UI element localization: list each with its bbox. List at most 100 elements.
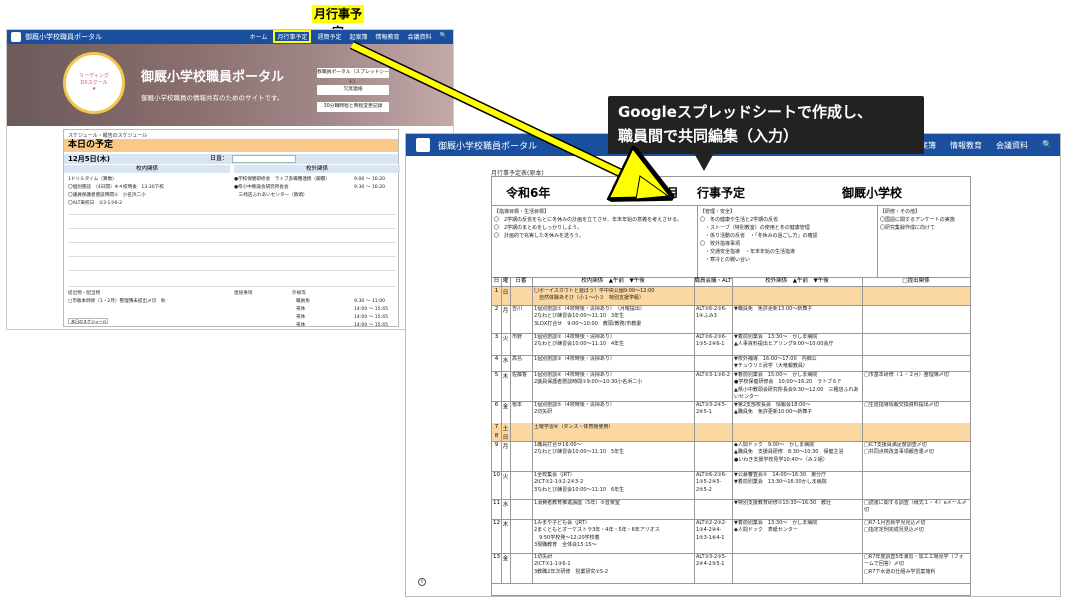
external-event-cell[interactable]: ▼特別支援教育研修①10:30～16:30 教壮 [734, 500, 860, 518]
submission-cell[interactable]: □市基本研修（１・２月）整理簿〆切 [864, 372, 968, 400]
external-event-cell[interactable]: ▼第2支部校長会 情報会18:00～ ▲職員免 免許更新10:00～新舞子 [734, 402, 860, 422]
duty-cell[interactable]: 吉川 [512, 306, 530, 332]
day-number[interactable]: 7 [492, 424, 501, 431]
duty-field[interactable] [232, 155, 296, 163]
day-number[interactable]: 11 [492, 500, 501, 518]
internal-event-cell[interactable]: 1職員打合せ16:00～ 2なわとび練習会10:00～11:10 5年生 [534, 442, 692, 470]
nav-proposals[interactable]: 起案簿 [349, 32, 367, 41]
duty-cell[interactable] [512, 442, 530, 470]
day-number[interactable]: 4 [492, 356, 501, 370]
nav-monthly-schedule[interactable]: 月行事予定 [273, 30, 312, 43]
alt-cell[interactable]: ALT②6-2③6-1④ふみ3 [696, 306, 730, 332]
internal-event-cell[interactable]: 1個別懇談①（4校時後・清掃あり） （月曜提出） 2なわとび練習会10:00～1… [534, 306, 692, 332]
submission-cell[interactable]: □R7-1月吉就学児見込〆切 □指定定例完成児見込〆切 [864, 520, 968, 552]
duty-cell[interactable] [512, 472, 530, 498]
weekday[interactable]: 火 [501, 472, 510, 498]
staff-portal-button[interactable]: 教職員ポータル（スプレッドシート） [317, 68, 389, 85]
weekday[interactable]: 金 [501, 554, 510, 582]
nav-weekly-schedule[interactable]: 週簡予定 [317, 32, 341, 41]
submission-cell[interactable] [864, 472, 968, 498]
duty-cell[interactable]: 市野 [512, 334, 530, 354]
day-number[interactable]: 5 [492, 372, 501, 400]
external-event-cell[interactable]: ▼校外補導 16:00～17:00 内郷公 ▼チュウリミ武学（大竜報教員） [734, 356, 860, 370]
day-number[interactable]: 12 [492, 520, 501, 552]
search-icon[interactable]: 🔍 [1042, 140, 1052, 151]
submission-cell[interactable]: □生徒指導情報交換資料提出〆切 [864, 402, 968, 422]
alt-cell[interactable] [696, 288, 730, 304]
day-number[interactable]: 3 [492, 334, 501, 354]
submission-cell[interactable] [864, 433, 968, 440]
duty-cell[interactable] [512, 520, 530, 552]
internal-event-cell[interactable]: 1個別懇談③（4校時後・清掃あり） [534, 356, 692, 370]
alt-cell[interactable] [696, 424, 730, 431]
external-event-cell[interactable] [734, 554, 860, 582]
external-event-cell[interactable] [734, 424, 860, 431]
weekday[interactable]: 月 [501, 306, 510, 332]
external-event-cell[interactable] [734, 433, 860, 440]
external-event-cell[interactable] [734, 288, 860, 304]
duty-cell[interactable] [512, 500, 530, 518]
weekday[interactable]: 木 [501, 372, 510, 400]
internal-event-cell[interactable]: 1切矢研 2ICT②1-1③6-1 3教職2年次研修 授業研究②5-2 [534, 554, 692, 582]
alt-cell[interactable]: ALT③3-2③5-2④4-2⑤5-1 [696, 554, 730, 582]
submission-cell[interactable]: □ICT支援員満足度調査〆切 □共同点検改善事項報告書〆切 [864, 442, 968, 470]
external-event-cell[interactable]: ▼職員免 免許更新13:00～新舞子 [734, 306, 860, 332]
internal-event-cell[interactable] [534, 433, 692, 440]
weekday[interactable]: 水 [501, 356, 510, 370]
alt-cell[interactable] [696, 500, 730, 518]
alt-cell[interactable]: ALT③3-2④5-2⑥5-1 [696, 402, 730, 422]
day-number[interactable]: 8 [492, 433, 501, 440]
alt-cell[interactable]: ALT②3-1③6-2 [696, 372, 730, 400]
weekday[interactable]: 土 [501, 424, 510, 432]
submission-cell[interactable] [864, 356, 968, 370]
sheet-site-title[interactable]: 御厩小学校職員ポータル [438, 139, 537, 152]
day-number[interactable]: 13 [492, 554, 501, 582]
external-event-cell[interactable]: ◆人間ドック 9:00～ かしま病院 ▲職員免 支援員研修 8:30～10:30… [734, 442, 860, 470]
duty-cell[interactable] [512, 554, 530, 582]
weekday[interactable]: 月 [501, 442, 510, 470]
submission-cell[interactable]: □R7年度調査5年演習・加工工場見学（フォームで回答）〆切 □R7下水道の仕組み… [864, 554, 968, 582]
submission-cell[interactable] [864, 306, 968, 332]
submission-cell[interactable]: □読書に関する調査（様式１・４）eメール〆切 [864, 500, 968, 518]
internal-event-cell[interactable]: 〇ボーイスカウトと遊ぼう！平中央公園9:00～12:00 自然体験あそび（小１～… [534, 288, 692, 304]
weekday[interactable]: 日 [501, 433, 510, 441]
day-number[interactable]: 2 [492, 306, 501, 332]
internal-event-cell[interactable]: 1個別懇談②（4校時後・清掃あり） 2なわとび練習会10:00～11:10 4年… [534, 334, 692, 354]
external-event-cell[interactable]: ▼着前別業会 13:30～ かしま病院 ▲人事資料提出ヒアリング9:00～10:… [734, 334, 860, 354]
portal-site-title[interactable]: 御厩小学校職員ポータル [25, 32, 102, 42]
alt-cell[interactable] [696, 356, 730, 370]
duty-cell[interactable]: 根本 [512, 402, 530, 422]
alt-cell[interactable] [696, 433, 730, 440]
schedule-change-button[interactable]: 30分職時程と時程変更記録 [317, 102, 389, 112]
submission-cell[interactable] [864, 424, 968, 431]
day-number[interactable]: 1 [492, 288, 501, 304]
nav-meeting-docs[interactable]: 会議資料 [996, 140, 1028, 151]
nav-home[interactable]: ホーム [250, 32, 268, 41]
day-number[interactable]: 9 [492, 442, 501, 470]
submission-cell[interactable] [864, 334, 968, 354]
weekday[interactable]: 水 [501, 500, 510, 518]
internal-event-cell[interactable]: 1全校集会（JRT） 2ICT②2-1③2-2④3-2 3なわとび練習会10:0… [534, 472, 692, 498]
weekday[interactable]: 火 [501, 334, 510, 354]
nav-meeting-docs[interactable]: 会議資料 [408, 32, 432, 41]
absence-report-button[interactable]: 欠席連絡 [317, 85, 389, 95]
info-icon[interactable]: i [418, 578, 426, 586]
today-schedule-footer-tab[interactable]: 本日のスケジュール [68, 318, 108, 324]
external-event-cell[interactable]: ▼公募審査会② 14:00～16:30 東分庁 ▼着前別業会 13:30～16:… [734, 472, 860, 498]
duty-cell[interactable]: 佐藤香 [512, 372, 530, 400]
day-number[interactable]: 6 [492, 402, 501, 422]
internal-event-cell[interactable]: 1みまや子ども会（JRT） 2まくともとオーケストラ3年・4年・5年・6年アリオ… [534, 520, 692, 552]
duty-cell[interactable]: 高島 [512, 356, 530, 370]
day-number[interactable]: 10 [492, 472, 501, 498]
external-event-cell[interactable]: ▼着前別業会 15:00～ かしま病院 ●学校保健研修会 10:00～16:20… [734, 372, 860, 400]
alt-cell[interactable]: ALT②6-2③6-1③5-2④6-1 [696, 334, 730, 354]
external-event-cell[interactable]: ▼着前別業会 13:30～ かしま病院 ◆人間ドック 表紙センター [734, 520, 860, 552]
nav-info-education[interactable]: 情報教育 [950, 140, 982, 151]
weekday[interactable]: 金 [501, 402, 510, 422]
alt-cell[interactable]: ALT②6-2③6-1③5-2④5-2⑤5-2 [696, 472, 730, 498]
submission-cell[interactable] [864, 288, 968, 304]
internal-event-cell[interactable]: 1個別懇談④（4校時後・清掃あり） 2議員保護者懇談時間①9:00～10:30小… [534, 372, 692, 400]
weekday[interactable]: 木 [501, 520, 510, 552]
nav-info-education[interactable]: 情報教育 [375, 32, 399, 41]
search-icon[interactable]: 🔍 [440, 32, 447, 41]
